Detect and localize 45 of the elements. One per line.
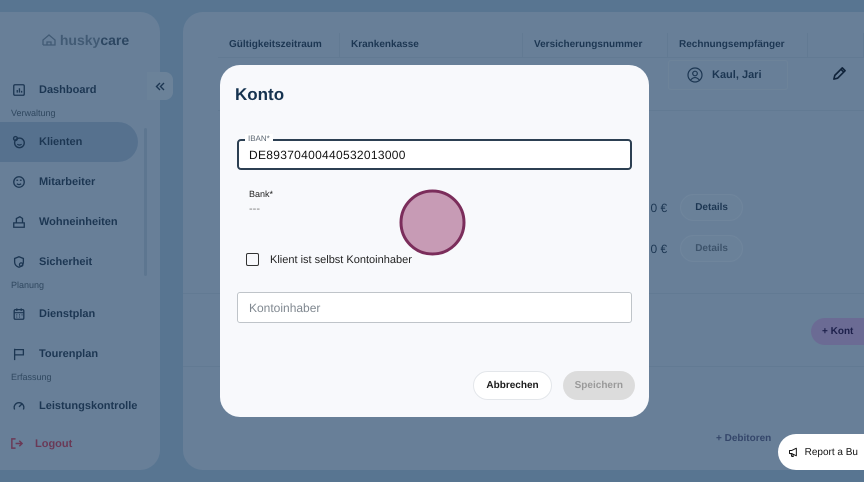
logout-link[interactable]: Logout — [0, 437, 160, 450]
person-icon — [687, 67, 703, 83]
nav-section-heading: Verwaltung — [10, 108, 57, 120]
touch-indicator — [399, 189, 466, 256]
nav-section-heading: Erfassung — [10, 372, 53, 384]
amount-text: 0 € — [650, 242, 668, 256]
nav-item[interactable]: Dienstplan — [0, 294, 138, 334]
column-header: Versicherungsnummer — [523, 33, 668, 57]
calendar-icon — [12, 307, 26, 321]
nav-item[interactable]: Tourenplan — [0, 334, 138, 374]
shield-icon — [12, 255, 26, 269]
column-header: Rechnungsempfänger — [668, 33, 808, 57]
field-label: Bank* — [249, 189, 274, 199]
house-icon — [12, 215, 26, 229]
account-holder-field[interactable]: Kontoinhaber — [237, 292, 632, 323]
floating-label: IBAN* — [245, 134, 273, 143]
details-button[interactable]: Details — [680, 194, 743, 221]
nav-item[interactable]: Sicherheit — [0, 242, 138, 282]
face-icon — [12, 175, 26, 189]
nav-item[interactable]: Mitarbeiter — [0, 162, 138, 202]
field-value: --- — [249, 203, 261, 215]
nav-item[interactable]: Klienten — [0, 122, 138, 162]
report-bug-button[interactable]: Report a Bu — [778, 434, 864, 470]
nav-item[interactable]: Wohneinheiten — [0, 202, 138, 242]
chart-icon — [12, 83, 26, 97]
nav-section-heading: Planung — [10, 280, 46, 292]
checkbox[interactable] — [246, 253, 259, 266]
logo-icon — [40, 33, 57, 47]
nav-item[interactable]: Dashboard — [0, 70, 138, 110]
flag-icon — [12, 347, 26, 361]
column-header: Gültigkeitszeitraum — [218, 33, 340, 57]
dialog-title: Konto — [235, 85, 286, 105]
checkbox-label: Klient ist selbst Kontoinhaber — [270, 254, 412, 266]
cancel-button[interactable]: Abbrechen — [473, 371, 552, 400]
column-header: Krankenkasse — [340, 33, 523, 57]
edit-icon[interactable] — [832, 66, 847, 81]
nav-item[interactable]: Leistungskontrolle — [0, 386, 138, 426]
logout-icon — [10, 437, 23, 450]
amount-text: 0 € — [650, 200, 668, 214]
megaphone-icon — [788, 445, 799, 459]
recipient-name: Kaul, Jari — [712, 69, 762, 81]
add-debtor-link[interactable]: + Debitoren — [716, 433, 772, 444]
double-chevron-icon — [155, 82, 165, 90]
face-icon — [12, 135, 26, 149]
add-account-button[interactable]: + Kont — [811, 318, 864, 345]
